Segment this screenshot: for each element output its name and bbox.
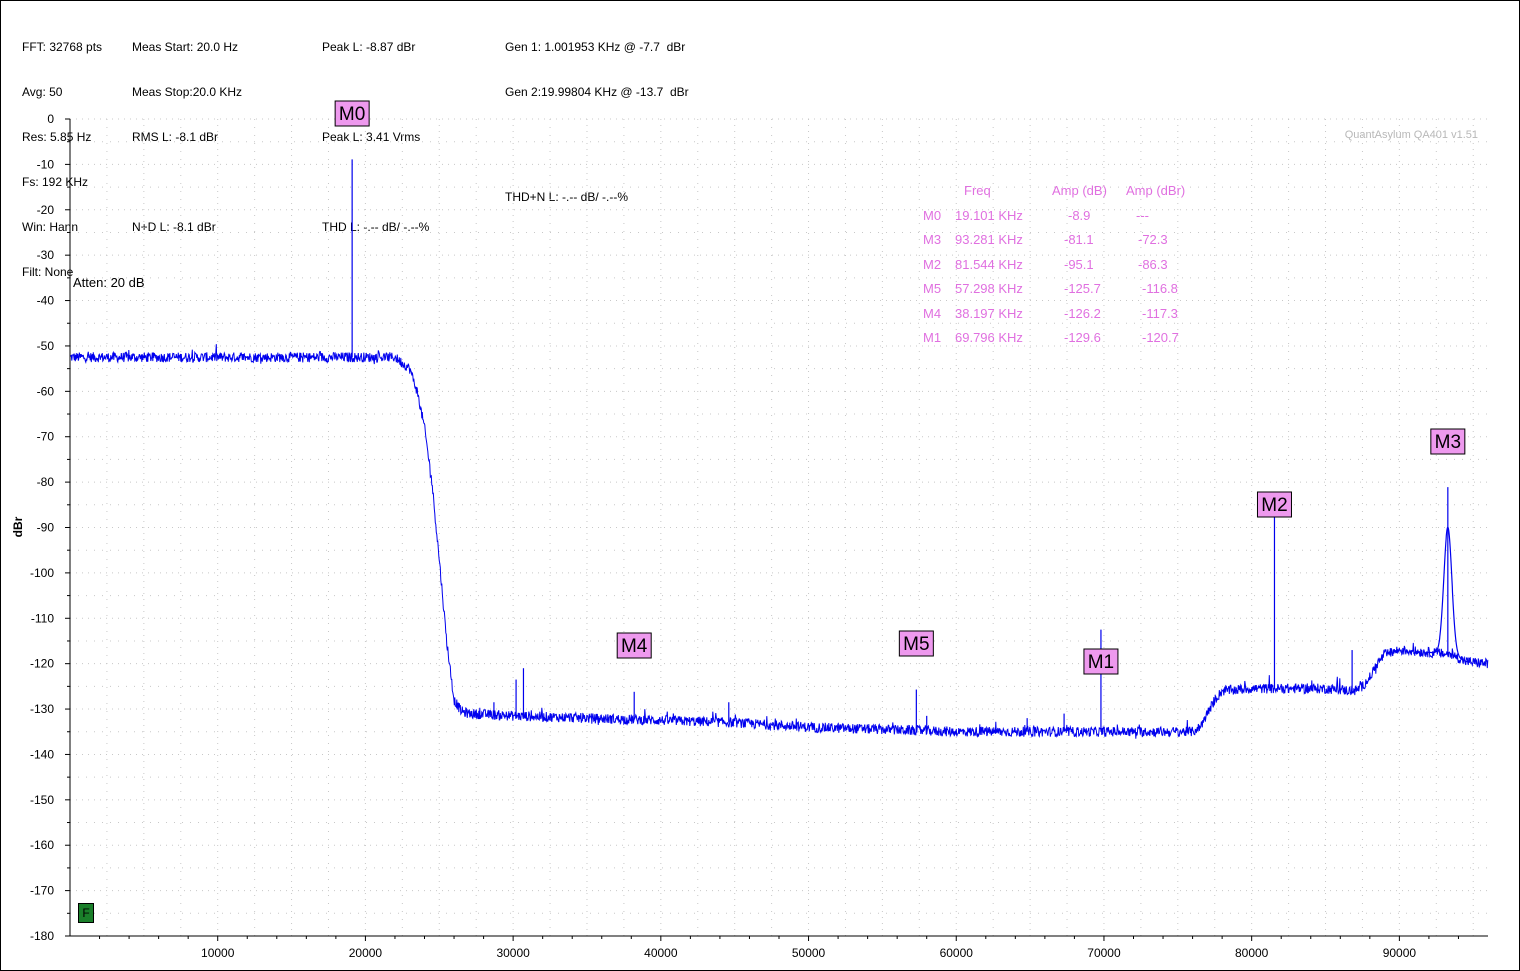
marker-table-amp: -8.9 (1068, 207, 1091, 223)
markers: M0 M3 M2 M5 M4 M1 (334, 100, 1466, 675)
y-tick-label: -140 (30, 747, 54, 761)
marker-table-freq: 81.544 KHz (955, 256, 1023, 272)
marker-label-m2: M2 (1261, 495, 1287, 516)
spectrum-chart: 0 -10 -20 -30 -40 -50 -60 -70 -80 -90 -100 -110 -120… (30, 100, 1489, 960)
trace (70, 159, 1489, 739)
marker-table-ampr: -120.7 (1142, 330, 1179, 345)
marker-table-ampr: --- (1136, 207, 1149, 223)
y-tick-label: -80 (37, 475, 55, 489)
marker-table-freq: 93.281 KHz (955, 232, 1023, 247)
grid (70, 118, 1488, 937)
y-tick-label: -110 (31, 611, 54, 625)
marker-label-m5: M5 (903, 634, 929, 655)
y-tick-label: -20 (37, 203, 55, 217)
y-tick-label: -50 (37, 339, 55, 353)
marker-table-m: M0 (923, 207, 942, 223)
x-tick-label: 30000 (496, 946, 530, 960)
marker-table-head-ampr: Amp (dBr) (1126, 183, 1186, 198)
marker-table-freq: 69.796 KHz (955, 330, 1023, 345)
y-tick-label: -70 (37, 430, 55, 444)
marker-table-head-freq: Freq (964, 183, 991, 198)
f-badge[interactable]: F (78, 903, 94, 923)
marker-table-ampr: -116.8 (1142, 281, 1178, 296)
marker-table-freq: 57.298 KHz (955, 281, 1023, 296)
watermark: QuantAsylum QA401 v1.51 (1344, 129, 1478, 141)
x-tick-label: 20000 (349, 946, 383, 960)
attenuation-label: Atten: 20 dB (73, 275, 145, 290)
marker-table-m: M5 (923, 281, 942, 296)
y-axis-label: dBr (11, 516, 25, 538)
y-tick-label: -40 (37, 294, 55, 308)
marker-table-amp: -81.1 (1064, 232, 1094, 247)
y-tick-label: -30 (37, 248, 55, 262)
y-tick-label: -170 (30, 884, 54, 898)
marker-table-freq: 38.197 KHz (955, 305, 1023, 321)
marker-table-amp: -125.7 (1064, 281, 1101, 296)
x-tick-label: 10000 (201, 946, 235, 960)
marker-table-ampr: -117.3 (1142, 305, 1178, 321)
axes: 0 -10 -20 -30 -40 -50 -60 -70 -80 -90 -100 -110 -120… (30, 112, 1488, 960)
y-tick-label: -130 (30, 702, 54, 716)
marker-table-amp: -129.6 (1064, 330, 1101, 345)
marker-table-m: M2 (923, 256, 942, 272)
marker-table-amp: -126.2 (1064, 305, 1101, 321)
marker-table-ampr: -86.3 (1138, 256, 1168, 272)
marker-table-ampr: -72.3 (1138, 232, 1168, 247)
marker-table-head-amp: Amp (dB) (1052, 183, 1107, 198)
y-tick-label: -100 (30, 566, 54, 580)
marker-label-m3: M3 (1435, 432, 1461, 453)
x-tick-label: 40000 (644, 946, 678, 960)
marker-table-amp: -95.1 (1064, 256, 1094, 272)
trace-line (70, 344, 1489, 739)
x-tick-label: 50000 (792, 946, 826, 960)
y-tick-label: -150 (30, 793, 54, 807)
marker-table-m: M3 (923, 232, 942, 247)
y-tick-label: -10 (37, 157, 55, 171)
y-tick-label: 0 (47, 112, 54, 126)
y-tick-label: -90 (37, 521, 55, 535)
x-tick-label: 80000 (1235, 946, 1269, 960)
marker-label-m4: M4 (621, 636, 648, 657)
y-tick-label: -120 (30, 657, 54, 671)
marker-table-m: M1 (923, 330, 942, 345)
x-tick-label: 70000 (1087, 946, 1121, 960)
marker-label-m0: M0 (339, 104, 365, 125)
x-tick-label: 90000 (1383, 946, 1417, 960)
marker-label-m1: M1 (1088, 652, 1114, 673)
marker-table-m: M4 (923, 305, 942, 321)
marker-table-freq: 19.101 KHz (955, 207, 1023, 223)
y-tick-label: -160 (30, 838, 54, 852)
y-tick-label: -60 (37, 384, 55, 398)
y-tick-label: -180 (30, 929, 54, 943)
x-tick-label: 60000 (940, 946, 974, 960)
